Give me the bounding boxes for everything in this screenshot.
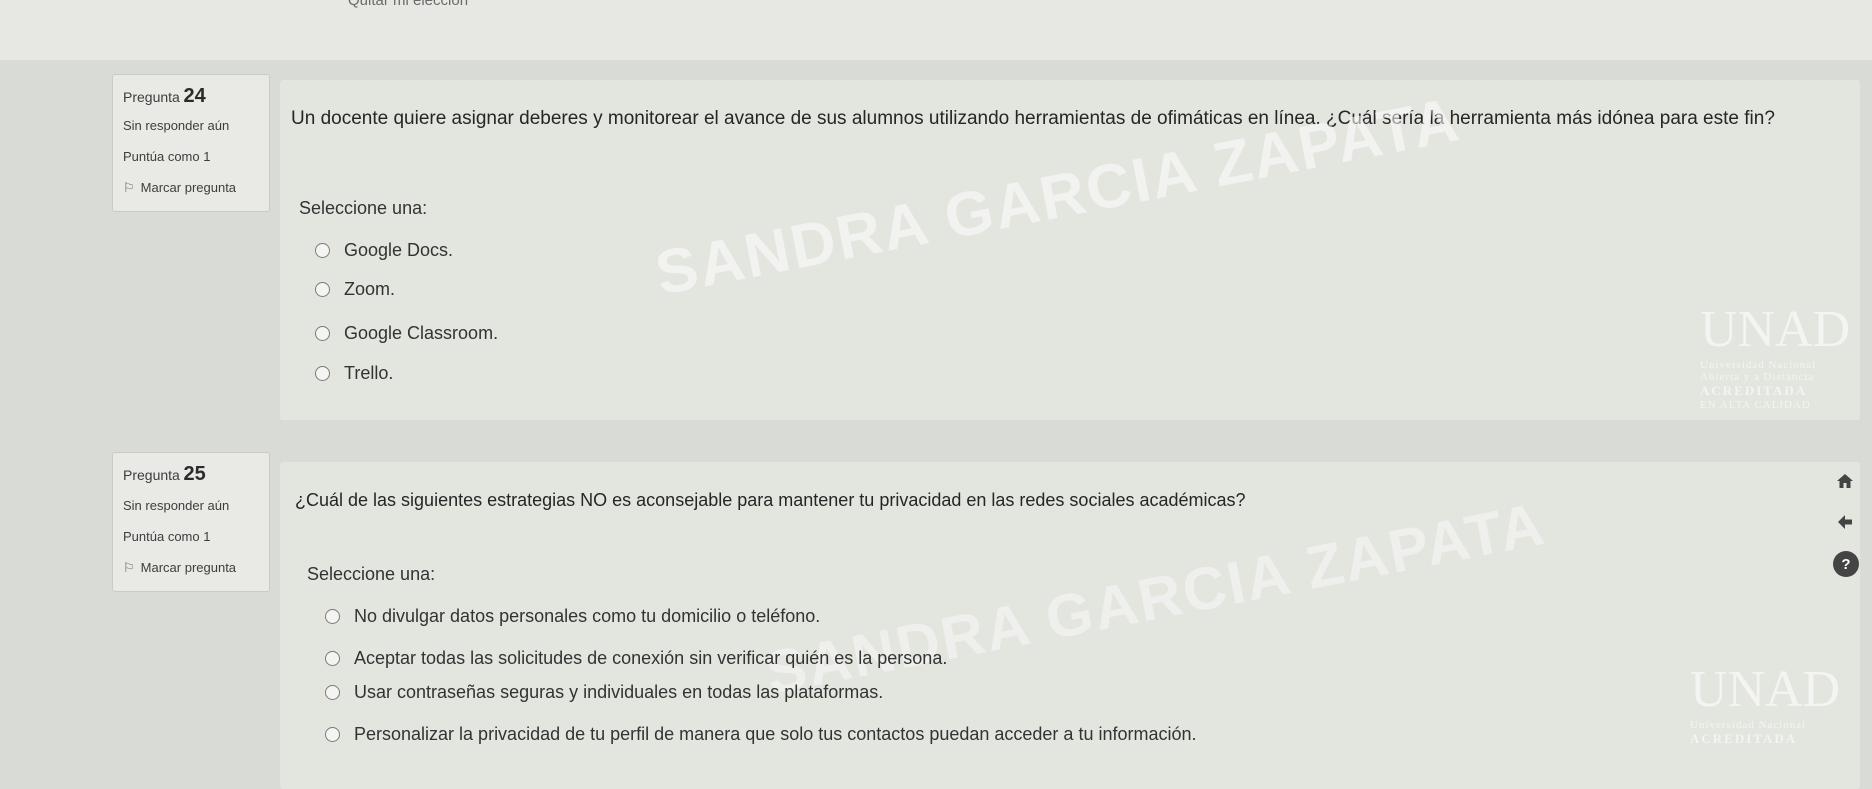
question-score: Puntúa como 1	[123, 529, 211, 544]
watermark-acc: ACREDITADA	[1700, 383, 1808, 398]
option-label: No divulgar datos personales como tu dom…	[354, 606, 821, 626]
question-info-25: Pregunta 25 Sin responder aún Puntúa com…	[112, 452, 270, 592]
option-label: Zoom.	[344, 279, 396, 299]
question-info-24: Pregunta 24 Sin responder aún Puntúa com…	[112, 74, 270, 212]
answer-option[interactable]: Usar contraseñas seguras y individuales …	[325, 682, 883, 703]
radio-button[interactable]	[325, 727, 340, 742]
flag-label: Marcar pregunta	[140, 180, 237, 195]
option-label: Personalizar la privacidad de tu perfil …	[354, 724, 1197, 744]
watermark-sub: Abierta y a Distancia	[1700, 371, 1815, 383]
question-number: 24	[183, 85, 206, 107]
help-icon[interactable]: ?	[1833, 551, 1859, 577]
option-label: Google Classroom.	[344, 323, 499, 343]
answer-option[interactable]: No divulgar datos personales como tu dom…	[325, 606, 820, 627]
radio-button[interactable]	[315, 243, 330, 258]
flag-question-button[interactable]: ⚐ Marcar pregunta	[123, 180, 259, 196]
question-number-line: Pregunta 24	[123, 85, 259, 108]
top-area	[0, 0, 1872, 60]
clear-choice-link[interactable]: Quitar mi elección	[348, 0, 468, 9]
answer-option[interactable]: Google Classroom.	[315, 323, 498, 344]
question-card-24	[280, 80, 1860, 420]
question-label: Pregunta	[123, 89, 180, 105]
option-label: Aceptar todas las solicitudes de conexió…	[354, 648, 948, 668]
radio-button[interactable]	[325, 609, 340, 624]
watermark-logo-text: UNAD	[1700, 301, 1851, 358]
answer-option[interactable]: Trello.	[315, 363, 393, 384]
watermark-logo: UNAD Universidad Nacional ACREDITADA	[1690, 660, 1840, 747]
watermark-univ: Universidad Nacional	[1700, 359, 1817, 371]
radio-button[interactable]	[325, 685, 340, 700]
radio-button[interactable]	[315, 326, 330, 341]
flag-question-button[interactable]: ⚐ Marcar pregunta	[123, 560, 259, 576]
question-text: Un docente quiere asignar deberes y moni…	[291, 108, 1775, 129]
option-label: Google Docs.	[344, 240, 454, 260]
arrow-left-icon[interactable]	[1832, 509, 1858, 535]
watermark-univ: Universidad Nacional	[1690, 719, 1807, 731]
question-score: Puntúa como 1	[123, 149, 211, 164]
answer-option[interactable]: Personalizar la privacidad de tu perfil …	[325, 724, 1197, 745]
answer-option[interactable]: Aceptar todas las solicitudes de conexió…	[325, 648, 947, 669]
question-text: ¿Cuál de las siguientes estrategias NO e…	[295, 490, 1246, 510]
watermark-logo-text: UNAD	[1690, 661, 1841, 718]
home-icon[interactable]	[1832, 468, 1858, 494]
question-number: 25	[183, 463, 206, 485]
select-prompt: Seleccione una:	[299, 198, 428, 218]
question-number-line: Pregunta 25	[123, 463, 259, 486]
watermark-acc-sub: EN ALTA CALIDAD	[1700, 399, 1811, 411]
radio-button[interactable]	[315, 282, 330, 297]
select-prompt: Seleccione una:	[307, 564, 436, 584]
question-label: Pregunta	[123, 467, 180, 483]
question-status: Sin responder aún	[123, 118, 230, 133]
option-label: Trello.	[344, 363, 394, 383]
radio-button[interactable]	[325, 651, 340, 666]
question-status: Sin responder aún	[123, 498, 230, 513]
flag-icon: ⚐	[123, 560, 135, 575]
flag-label: Marcar pregunta	[140, 560, 237, 575]
answer-option[interactable]: Google Docs.	[315, 240, 453, 261]
radio-button[interactable]	[315, 366, 330, 381]
option-label: Usar contraseñas seguras y individuales …	[354, 682, 884, 702]
flag-icon: ⚐	[123, 180, 135, 195]
watermark-logo: UNAD Universidad Nacional Abierta y a Di…	[1700, 300, 1850, 411]
watermark-acc: ACREDITADA	[1690, 731, 1798, 746]
answer-option[interactable]: Zoom.	[315, 279, 395, 300]
